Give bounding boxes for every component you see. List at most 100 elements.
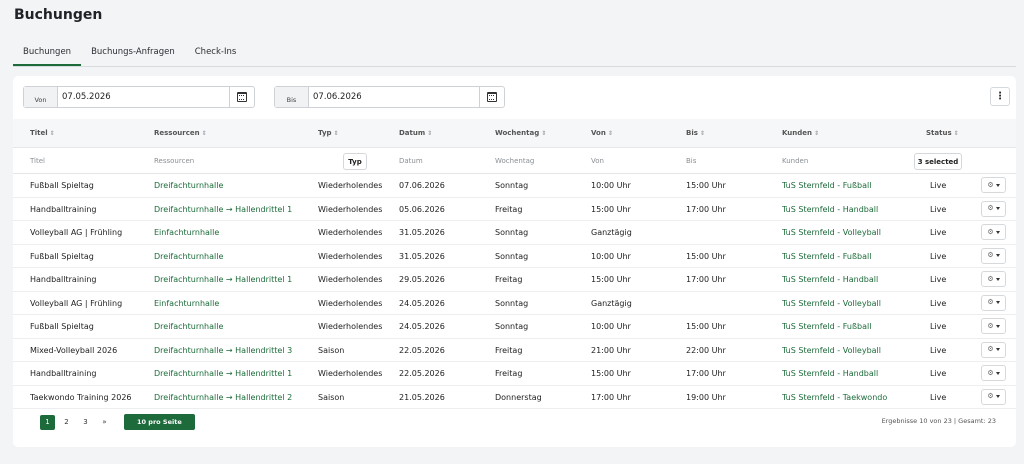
cell-ressourcen[interactable]: Dreifachturnhalle → Hallendrittel 1 [154,198,292,221]
date-from-calendar-button[interactable] [229,87,254,107]
cell-kunden[interactable]: TuS Sternfeld - Fußball [782,315,871,338]
cell-status: Live [930,298,947,308]
column-header-kunden[interactable]: Kunden ⇕ [782,119,819,148]
table-row[interactable]: Fußball Spieltag Dreifachturnhalle Wiederh… [13,174,1016,198]
row-actions-button[interactable]: ⚙ [981,200,1006,217]
cell-ressourcen[interactable]: Dreifachturnhalle [154,245,223,268]
cell-datum: 31.05.2026 [399,251,445,261]
gear-icon: ⚙ [987,251,994,259]
cell-kunden[interactable]: TuS Sternfeld - Fußball [782,245,871,268]
bookings-card: Von Bis ⋮ Titel⇕ Ressourcen⇕ Typ⇕ Datum⇕… [13,76,1016,447]
date-to-input[interactable] [309,87,479,107]
date-to-prefix: Bis [275,87,309,107]
cell-von: 10:00 Uhr [591,251,631,261]
row-actions-button[interactable]: ⚙ [981,365,1006,381]
cell-wochentag: Freitag [495,275,523,284]
column-header-wochentag[interactable]: Wochentag ⇕ [495,119,546,148]
gear-icon: ⚙ [987,180,994,189]
more-options-button[interactable]: ⋮ [990,87,1010,106]
cell-von: 10:00 Uhr [591,322,631,331]
date-to-calendar-button[interactable] [479,87,504,107]
cell-von: Ganztägig [591,298,632,308]
cell-kunden[interactable]: TuS Sternfeld - Taekwondo [782,386,887,409]
filter-row: Titel Ressourcen Typ Datum Wochentag Von… [13,148,1016,174]
cell-ressourcen[interactable]: Dreifachturnhalle [154,315,223,338]
table-row[interactable]: Volleyball AG | Frühling Einfachturnhalle… [13,221,1016,245]
filter-von-input[interactable]: Von [591,148,604,174]
filter-bis-input[interactable]: Bis [686,148,696,174]
cell-ressourcen[interactable]: Dreifachturnhalle → Hallendrittel 1 [154,268,292,291]
cell-ressourcen[interactable]: Dreifachturnhalle → Hallendrittel 3 [154,339,292,362]
filter-status-button[interactable]: 3 selected [914,153,962,170]
table-row[interactable]: Taekwondo Training 2026 Dreifachturnhalle… [13,386,1016,409]
per-page-button[interactable]: 10 pro Seite [124,414,195,430]
table-row[interactable]: Handballtraining Dreifachturnhalle → Hall… [13,198,1016,221]
table-row[interactable]: Volleyball AG | Frühling Einfachturnhalle… [13,292,1016,315]
cell-datum: 24.05.2026 [399,322,445,331]
filter-typ-button[interactable]: Typ [343,153,367,170]
filter-datum-input[interactable]: Datum [399,148,423,174]
filter-wochentag-input[interactable]: Wochentag [495,148,534,174]
cell-kunden[interactable]: TuS Sternfeld - Volleyball [782,292,881,315]
kebab-menu-icon: ⋮ [995,90,1005,102]
column-header-ressourcen[interactable]: Ressourcen ⇕ [154,119,207,148]
cell-titel: Taekwondo Training 2026 [30,392,132,402]
row-actions-button[interactable]: ⚙ [981,271,1006,287]
row-actions-button[interactable]: ⚙ [981,177,1006,193]
cell-wochentag: Sonntag [495,181,529,190]
cell-kunden[interactable]: TuS Sternfeld - Handball [782,268,878,291]
gear-icon: ⚙ [987,227,994,236]
tab-buchungs-anfragen[interactable]: Buchungs-Anfragen [81,40,185,66]
cell-ressourcen[interactable]: Dreifachturnhalle → Hallendrittel 2 [154,386,292,409]
column-header-bis[interactable]: Bis ⇕ [686,119,705,148]
page-button-2[interactable]: 2 [59,415,74,430]
date-from-input[interactable] [58,87,229,107]
cell-ressourcen[interactable]: Einfachturnhalle [154,292,219,315]
cell-datum: 22.05.2026 [399,369,445,378]
cell-von: 17:00 Uhr [591,392,631,402]
row-actions-button[interactable]: ⚙ [981,224,1006,240]
cell-ressourcen[interactable]: Dreifachturnhalle [154,174,223,197]
caret-down-icon [995,301,1000,304]
filter-titel-input[interactable]: Titel [30,148,45,174]
column-header-datum[interactable]: Datum ⇕ [399,119,432,148]
gear-icon: ⚙ [987,321,994,330]
cell-von: 10:00 Uhr [591,181,631,190]
cell-kunden[interactable]: TuS Sternfeld - Handball [782,198,878,221]
page-button-1[interactable]: 1 [40,414,55,430]
row-actions-button[interactable]: ⚙ [981,247,1006,264]
cell-ressourcen[interactable]: Dreifachturnhalle → Hallendrittel 1 [154,362,292,385]
row-actions-button[interactable]: ⚙ [981,341,1006,358]
column-header-von[interactable]: Von ⇕ [591,119,613,148]
cell-ressourcen[interactable]: Einfachturnhalle [154,221,219,244]
column-header-status[interactable]: Status ⇕ [926,119,959,148]
page-button-3[interactable]: 3 [78,415,93,430]
cell-datum: 07.06.2026 [399,181,445,190]
column-header-titel[interactable]: Titel ⇕ [30,119,55,148]
row-actions-button[interactable]: ⚙ [981,388,1006,405]
filter-kunden-input[interactable]: Kunden [782,148,808,174]
page-button-next[interactable]: » [97,415,112,430]
sort-icon: ⇕ [541,130,547,137]
filter-ressourcen-input[interactable]: Ressourcen [154,148,194,174]
cell-datum: 21.05.2026 [399,392,445,402]
table-row[interactable]: Fußball Spieltag Dreifachturnhalle Wiederh… [13,315,1016,339]
tab-buchungen[interactable]: Buchungen [13,40,82,66]
gear-icon: ⚙ [987,274,994,283]
row-actions-button[interactable]: ⚙ [981,318,1006,334]
cell-wochentag: Donnerstag [495,392,542,402]
table-row[interactable]: Handballtraining Dreifachturnhalle → Hall… [13,268,1016,292]
gear-icon: ⚙ [987,368,994,377]
row-actions-button[interactable]: ⚙ [981,294,1006,311]
sort-icon: ⇕ [333,130,339,137]
column-header-typ[interactable]: Typ ⇕ [318,119,339,148]
cell-kunden[interactable]: TuS Sternfeld - Handball [782,362,878,385]
cell-kunden[interactable]: TuS Sternfeld - Fußball [782,174,871,197]
cell-kunden[interactable]: TuS Sternfeld - Volleyball [782,339,881,362]
caret-down-icon [995,371,1000,375]
tab-check-ins[interactable]: Check-Ins [185,40,247,66]
table-row[interactable]: Fußball Spieltag Dreifachturnhalle Wiederh… [13,245,1016,268]
table-row[interactable]: Handballtraining Dreifachturnhalle → Hall… [13,362,1016,386]
cell-kunden[interactable]: TuS Sternfeld - Volleyball [782,221,881,244]
table-row[interactable]: Mixed-Volleyball 2026 Dreifachturnhalle →… [13,339,1016,362]
